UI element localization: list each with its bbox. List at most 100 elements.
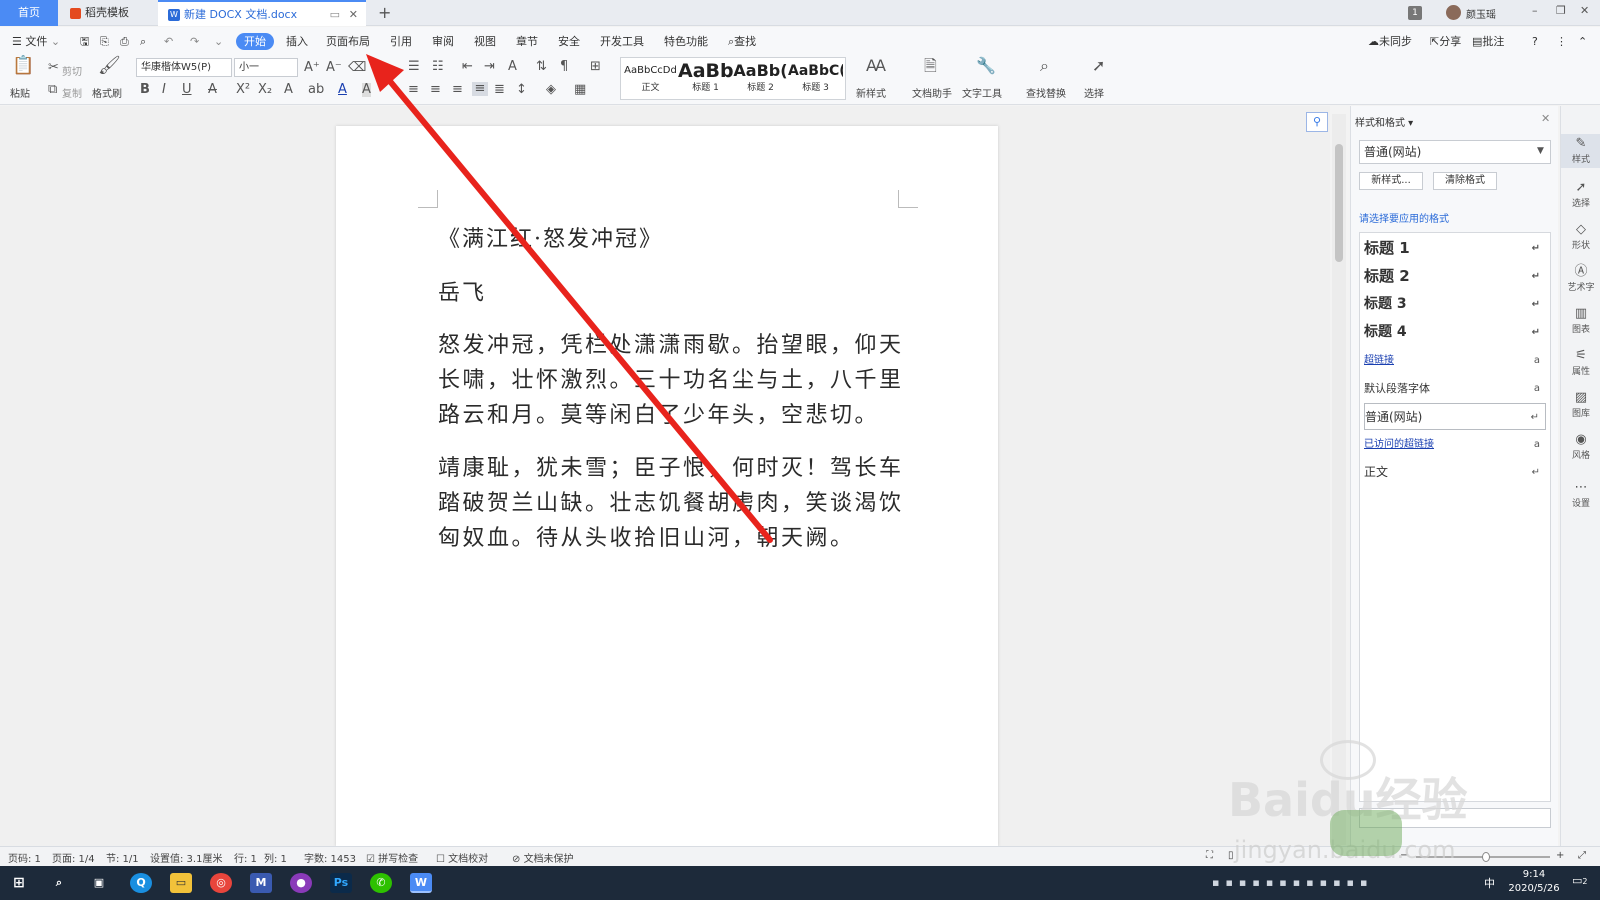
status-page[interactable]: 页码: 1: [8, 850, 41, 865]
task-view-icon[interactable]: ▣: [88, 873, 110, 893]
list-item-body[interactable]: 正文 ↵: [1364, 459, 1546, 486]
cut-icon[interactable]: ✂: [48, 61, 59, 75]
search-icon[interactable]: ⌕: [48, 873, 70, 893]
protect-button[interactable]: ⊘ 文档未保护: [512, 850, 574, 865]
border-icon[interactable]: ▦: [574, 83, 586, 97]
list-item-visited-hyperlink[interactable]: 已访问的超链接 a: [1364, 431, 1546, 458]
scrollbar-thumb[interactable]: [1335, 144, 1343, 262]
menu-chapter[interactable]: 章节: [516, 33, 538, 50]
menu-page-layout[interactable]: 页面布局: [326, 33, 370, 50]
collapse-ribbon-icon[interactable]: ⌃: [1578, 33, 1587, 50]
tab-docer-templates[interactable]: 稻壳模板: [60, 0, 156, 26]
font-name-select[interactable]: 华康楷体W5(P): [136, 58, 232, 77]
quick-access-dropdown-icon[interactable]: ⌄: [214, 33, 223, 50]
text-tools-label[interactable]: 文字工具: [962, 85, 1002, 100]
shading-icon[interactable]: ◈: [546, 83, 556, 97]
menu-search[interactable]: ⌕查找: [728, 33, 756, 50]
wps-taskbar-icon[interactable]: W: [410, 873, 432, 893]
justify-icon[interactable]: ≡: [472, 82, 488, 96]
notification-badge[interactable]: 1: [1408, 6, 1422, 20]
status-words[interactable]: 字数: 1453: [304, 850, 356, 865]
table-grid-icon[interactable]: ⊞: [590, 60, 601, 74]
close-window-button[interactable]: ✕: [1580, 4, 1589, 17]
status-col[interactable]: 列: 1: [264, 850, 287, 865]
align-left-icon[interactable]: ≡: [408, 83, 419, 97]
show-marks-icon[interactable]: ¶: [560, 60, 568, 74]
style-normal[interactable]: AaBbCcDd 正文: [623, 60, 678, 98]
avatar[interactable]: [1446, 5, 1461, 20]
poem-paragraph-1[interactable]: 怒发冲冠，凭栏处潇潇雨歇。抬望眼，仰天长啸，壮怀激烈。三十功名尘与土，八千里路云…: [438, 328, 918, 433]
file-explorer-icon[interactable]: ▭: [170, 873, 192, 893]
menu-security[interactable]: 安全: [558, 33, 580, 50]
list-item-heading-2[interactable]: 标题 2 ↵: [1364, 263, 1546, 290]
file-menu[interactable]: ☰ 文件 ⌄: [12, 33, 60, 50]
current-style-select[interactable]: 普通(网站): [1359, 140, 1551, 164]
poem-author[interactable]: 岳飞: [438, 276, 918, 312]
char-shading-icon[interactable]: A: [362, 83, 371, 97]
system-tray[interactable]: ▪▪▪▪▪▪▪▪▪▪▪▪: [1212, 876, 1373, 889]
save-icon[interactable]: 🖫: [80, 33, 89, 50]
list-item-heading-1[interactable]: 标题 1 ↵: [1364, 235, 1546, 262]
clock-date[interactable]: 2020/5/26: [1504, 883, 1564, 894]
bold-icon[interactable]: B: [140, 83, 150, 97]
proofread-button[interactable]: ☐ 文档校对: [436, 850, 488, 865]
list-item-default-font[interactable]: 默认段落字体 a: [1364, 375, 1546, 402]
style-heading-3[interactable]: AaBbC(标题 3: [788, 60, 843, 98]
browser-q-icon[interactable]: Q: [130, 873, 152, 893]
copy-icon[interactable]: ⧉: [48, 83, 57, 97]
help-icon[interactable]: ?: [1532, 33, 1538, 50]
notification-center-icon[interactable]: ▭2: [1572, 874, 1588, 887]
tab-monitor-icon[interactable]: ▭: [330, 2, 340, 28]
menu-review[interactable]: 审阅: [432, 33, 454, 50]
clear-format-icon[interactable]: ⌫: [348, 61, 366, 75]
copy-label[interactable]: 复制: [62, 85, 82, 100]
sidebar-item-wordart[interactable]: Ⓐ 艺术字: [1561, 264, 1600, 293]
status-section[interactable]: 节: 1/1: [106, 850, 139, 865]
poem-title[interactable]: 《满江红·怒发冲冠》: [438, 222, 918, 258]
chrome-icon[interactable]: ◎: [210, 873, 232, 893]
text-tools-icon[interactable]: 🔧: [976, 58, 996, 74]
italic-icon[interactable]: I: [162, 83, 166, 97]
share-button[interactable]: ⇱分享: [1430, 33, 1461, 50]
menu-insert[interactable]: 插入: [286, 33, 308, 50]
new-tab-button[interactable]: +: [372, 0, 396, 26]
style-heading-2[interactable]: AaBb(标题 2: [733, 60, 788, 98]
format-painter-label[interactable]: 格式刷: [92, 85, 122, 100]
clear-format-button[interactable]: 清除格式: [1433, 172, 1497, 190]
status-setting[interactable]: 设置值: 3.1厘米: [150, 850, 222, 865]
sidebar-item-style[interactable]: ✎ 样式: [1561, 134, 1600, 168]
comment-button[interactable]: ▤批注: [1472, 33, 1504, 50]
redo-icon[interactable]: ↷: [190, 33, 199, 50]
more-icon[interactable]: ⋮: [1556, 33, 1567, 50]
spell-check-button[interactable]: ☑ 拼写检查: [366, 850, 418, 865]
ime-indicator[interactable]: 中: [1484, 875, 1495, 891]
cut-label[interactable]: 剪切: [62, 63, 82, 78]
tab-home[interactable]: 首页: [0, 0, 58, 26]
align-right-icon[interactable]: ≡: [452, 83, 463, 97]
fit-window-icon[interactable]: ⤢: [1578, 850, 1586, 861]
document-page[interactable]: 《满江红·怒发冲冠》 岳飞 怒发冲冠，凭栏处潇潇雨歇。抬望眼，仰天长啸，壮怀激烈…: [336, 126, 998, 846]
sidebar-item-theme[interactable]: ◉ 风格: [1561, 432, 1600, 461]
app-4-icon[interactable]: M: [250, 873, 272, 893]
line-spacing-icon[interactable]: ↕: [516, 83, 527, 97]
menu-view[interactable]: 视图: [474, 33, 496, 50]
text-effect-icon[interactable]: A: [284, 83, 293, 97]
select-label[interactable]: 选择: [1084, 85, 1104, 100]
font-color-icon[interactable]: A: [338, 83, 347, 97]
new-style-icon[interactable]: Ꜳ: [866, 58, 886, 74]
highlight-icon[interactable]: ab: [308, 83, 324, 97]
minimize-button[interactable]: –: [1532, 4, 1538, 17]
numbered-list-icon[interactable]: ☷: [432, 60, 444, 74]
find-replace-label[interactable]: 查找替换: [1026, 85, 1066, 100]
panel-close-icon[interactable]: ✕: [1541, 112, 1550, 125]
shrink-font-icon[interactable]: A⁻: [326, 61, 342, 75]
show-style-select[interactable]: [1359, 808, 1551, 828]
strikethrough-icon[interactable]: A: [208, 83, 217, 97]
tab-document[interactable]: W 新建 DOCX 文档.docx ▭ ✕: [158, 0, 366, 26]
paste-icon[interactable]: 📋: [12, 57, 34, 81]
sort-icon[interactable]: ⇅: [536, 60, 547, 74]
menu-references[interactable]: 引用: [390, 33, 412, 50]
output-icon[interactable]: ⎘: [100, 33, 109, 50]
new-style-label[interactable]: 新样式: [856, 85, 886, 100]
user-name[interactable]: 颜玉瑶: [1466, 6, 1496, 21]
